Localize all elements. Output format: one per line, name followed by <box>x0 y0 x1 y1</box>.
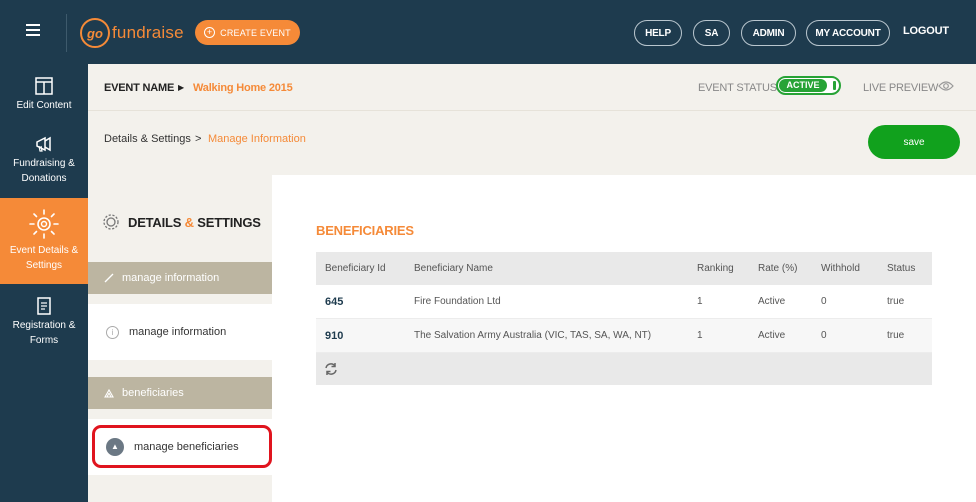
cell-ranking: 1 <box>697 330 703 341</box>
caret-right-icon: ▶ <box>178 83 185 92</box>
help-button[interactable]: HELP <box>634 20 682 46</box>
panel-item-manage-information[interactable]: i manage information <box>88 304 272 360</box>
document-icon <box>37 297 51 315</box>
breadcrumb-separator: > <box>195 133 202 145</box>
sidebar-item-fundraising[interactable]: Fundraising & Donations <box>0 134 88 190</box>
sidebar-item-label: Registration & Forms <box>12 320 76 346</box>
refresh-icon[interactable] <box>324 362 338 376</box>
admin-button[interactable]: ADMIN <box>741 20 796 46</box>
cell-ranking: 1 <box>697 296 703 307</box>
create-event-label: CREATE EVENT <box>220 27 291 38</box>
cell-rate: Active <box>758 296 786 307</box>
divider <box>66 14 67 52</box>
table-row[interactable]: 910 The Salvation Army Australia (VIC, T… <box>316 319 932 353</box>
beneficiaries-table: Beneficiary Id Beneficiary Name Ranking … <box>316 252 932 385</box>
breadcrumb: Details & Settings > Manage Information … <box>88 111 976 175</box>
cell-beneficiary-name: Fire Foundation Ltd <box>414 296 501 307</box>
info-icon: i <box>106 325 119 339</box>
event-status-label: EVENT STATUS <box>698 82 777 94</box>
megaphone-icon <box>36 136 51 152</box>
sidebar-item-edit-content[interactable]: Edit Content <box>0 76 88 120</box>
beneficiaries-icon <box>104 388 114 398</box>
cell-beneficiary-name: The Salvation Army Australia (VIC, TAS, … <box>414 330 652 341</box>
table-footer <box>316 353 932 385</box>
logout-button[interactable]: LOGOUT <box>903 25 949 37</box>
cell-beneficiary-id: 645 <box>325 295 344 308</box>
layout-icon <box>35 77 53 95</box>
column-header[interactable]: Beneficiary Id <box>325 252 386 285</box>
sidebar: Edit Content Fundraising & Donations Eve… <box>0 64 88 502</box>
breadcrumb-item-current: Manage Information <box>208 133 306 145</box>
plus-circle-icon: + <box>204 27 216 38</box>
event-header: EVENT NAME ▶ Walking Home 2015 EVENT STA… <box>88 64 976 111</box>
page-title: BENEFICIARIES <box>316 223 414 238</box>
panel-title-part1: DETAILS <box>128 214 182 230</box>
eye-icon[interactable] <box>938 80 954 92</box>
gofundraise-logo[interactable]: go fundraise <box>80 18 184 48</box>
section-header-beneficiaries[interactable]: beneficiaries <box>88 377 272 409</box>
settings-gear-icon <box>103 214 119 230</box>
user-initials-button[interactable]: SA <box>693 20 730 46</box>
logo-mark: go <box>80 18 110 48</box>
section-header-label: beneficiaries <box>122 387 184 399</box>
pencil-icon <box>104 273 114 283</box>
cell-withhold: 0 <box>821 330 827 341</box>
hamburger-menu-icon[interactable] <box>26 24 40 36</box>
gear-icon <box>29 209 59 239</box>
save-button[interactable]: save <box>868 125 960 159</box>
create-event-button[interactable]: + CREATE EVENT <box>195 20 300 45</box>
event-status-toggle[interactable]: ACTIVE <box>776 76 841 95</box>
cell-rate: Active <box>758 330 786 341</box>
my-account-button[interactable]: MY ACCOUNT <box>806 20 890 46</box>
live-preview-link[interactable]: LIVE PREVIEW <box>863 82 938 94</box>
sidebar-item-event-details[interactable]: Event Details & Settings <box>0 198 88 284</box>
event-status-value: ACTIVE <box>779 79 827 92</box>
column-header[interactable]: Status <box>887 252 915 285</box>
sidebar-item-label: Fundraising & Donations <box>13 158 75 184</box>
cell-beneficiary-id: 910 <box>325 329 344 342</box>
sidebar-item-label: Edit Content <box>16 100 72 111</box>
event-name: Walking Home 2015 <box>193 82 293 94</box>
section-header-label: manage information <box>122 272 220 284</box>
sidebar-item-label: Event Details & Settings <box>9 245 79 271</box>
breadcrumb-item-details-settings[interactable]: Details & Settings <box>104 133 191 145</box>
panel-item-label: manage information <box>129 326 227 338</box>
cell-status: true <box>887 296 905 307</box>
section-header-manage-information[interactable]: manage information <box>88 262 272 294</box>
table-header: Beneficiary Id Beneficiary Name Ranking … <box>316 252 932 285</box>
panel-title-part2: SETTINGS <box>197 214 261 230</box>
column-header[interactable]: Beneficiary Name <box>414 252 493 285</box>
cell-status: true <box>887 330 905 341</box>
top-navigation-bar: go fundraise + CREATE EVENT HELP SA ADMI… <box>0 0 976 64</box>
panel-title: DETAILS & SETTINGS <box>102 213 261 231</box>
column-header[interactable]: Rate (%) <box>758 252 797 285</box>
panel-title-amp: & <box>184 214 194 230</box>
logo-text: fundraise <box>112 23 184 42</box>
column-header[interactable]: Withhold <box>821 252 860 285</box>
cell-withhold: 0 <box>821 296 827 307</box>
highlight-annotation <box>92 425 272 468</box>
column-header[interactable]: Ranking <box>697 252 734 285</box>
toggle-knob <box>833 81 836 90</box>
sidebar-item-registration[interactable]: Registration & Forms <box>0 296 88 352</box>
table-row[interactable]: 645 Fire Foundation Ltd 1 Active 0 true <box>316 285 932 319</box>
event-name-label: EVENT NAME <box>104 82 175 94</box>
